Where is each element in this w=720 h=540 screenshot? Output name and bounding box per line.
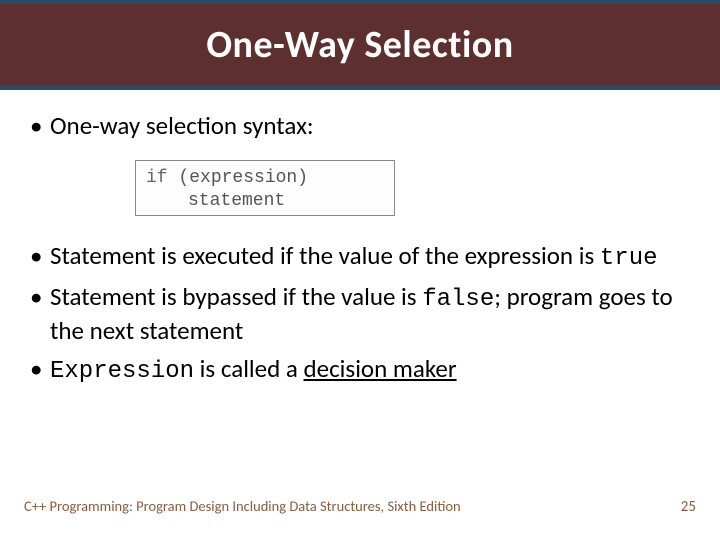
footer-book-title: C++ Programming: Program Design Includin… [24, 497, 461, 515]
footer-page-number: 25 [681, 498, 696, 516]
code-rest: (expression) [168, 168, 308, 188]
bullet-text-mono: true [600, 245, 658, 272]
bullet-item: Expression is called a decision maker [24, 353, 696, 388]
bullet-text-pre: Statement is executed if the value of th… [50, 240, 600, 271]
code-box: if (expression) statement [135, 160, 395, 216]
code-keyword: if [146, 168, 168, 188]
body-top: One-way selection syntax: [24, 110, 696, 148]
bullet-text-post: is called a [194, 353, 304, 384]
bullet-text-underlined: decision maker [304, 353, 457, 384]
bullet-item: One-way selection syntax: [24, 110, 696, 142]
bullet-list-top: One-way selection syntax: [24, 110, 696, 142]
slide: One-Way Selection One-way selection synt… [0, 0, 720, 540]
code-line-2: statement [146, 190, 384, 213]
title-band: One-Way Selection [0, 0, 720, 90]
footer: C++ Programming: Program Design Includin… [24, 497, 696, 516]
bullet-list-bottom: Statement is executed if the value of th… [24, 240, 696, 388]
bullet-item: Statement is executed if the value of th… [24, 240, 696, 275]
bullet-item: Statement is bypassed if the value is fa… [24, 281, 696, 348]
bullet-text-mono: Expression [50, 358, 194, 385]
bullet-text: One-way selection syntax: [50, 110, 314, 141]
bullet-text-mono: false [422, 286, 494, 313]
bullet-text-pre: Statement is bypassed if the value is [50, 281, 422, 312]
body-bottom: Statement is executed if the value of th… [24, 240, 696, 394]
code-line-1: if (expression) [146, 167, 384, 190]
slide-title: One-Way Selection [206, 22, 513, 68]
